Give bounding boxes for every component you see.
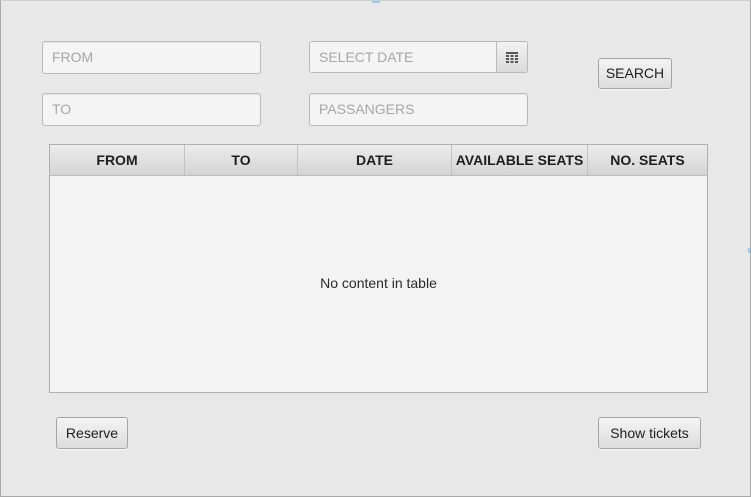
calendar-button[interactable] xyxy=(496,42,527,72)
empty-table-message: No content in table xyxy=(320,275,437,291)
column-header-date[interactable]: DATE xyxy=(298,145,452,175)
column-header-no-seats[interactable]: NO. SEATS xyxy=(588,145,707,175)
focus-marker xyxy=(372,1,380,3)
reserve-button[interactable]: Reserve xyxy=(56,417,128,449)
show-tickets-button[interactable]: Show tickets xyxy=(598,417,701,449)
app-window: FROM TO SELECT DATE PASSANGERS SEARCH FR… xyxy=(0,0,751,497)
column-header-from[interactable]: FROM xyxy=(50,145,185,175)
to-input[interactable]: TO xyxy=(42,93,261,126)
column-header-to[interactable]: TO xyxy=(185,145,298,175)
results-table[interactable]: FROM TO DATE AVAILABLE SEATS NO. SEATS N… xyxy=(49,144,708,393)
table-header: FROM TO DATE AVAILABLE SEATS NO. SEATS xyxy=(50,145,707,176)
calendar-icon xyxy=(506,51,518,63)
search-button[interactable]: SEARCH xyxy=(598,58,672,89)
date-input[interactable]: SELECT DATE xyxy=(319,42,413,72)
column-header-available-seats[interactable]: AVAILABLE SEATS xyxy=(452,145,588,175)
date-picker[interactable]: SELECT DATE xyxy=(309,41,528,73)
passengers-input[interactable]: PASSANGERS xyxy=(309,93,528,126)
resize-marker xyxy=(748,248,750,253)
from-input[interactable]: FROM xyxy=(42,41,261,74)
